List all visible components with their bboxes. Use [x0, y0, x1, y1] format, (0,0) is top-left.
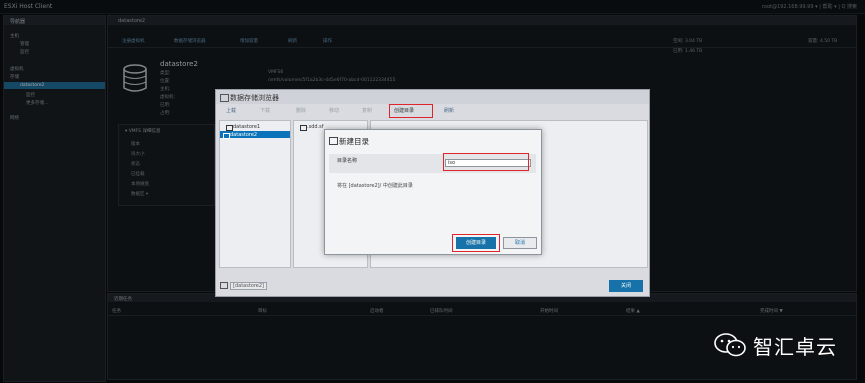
current-path: [datastore2] [230, 282, 267, 290]
datastore-icon [220, 282, 228, 289]
folder-icon [300, 124, 307, 131]
download-button[interactable]: 下载 [260, 107, 270, 114]
datastore-icon [223, 132, 230, 139]
cancel-button[interactable]: 取消 [503, 237, 537, 249]
dialog-title: 新建目录 [339, 137, 369, 146]
directory-note: 将在 [datastore2]/ 中创建此目录 [337, 183, 413, 189]
wechat-icon [714, 333, 746, 357]
datastore-icon [226, 124, 233, 131]
directory-name-label: 目录名称 [337, 158, 358, 164]
browser-footer: [datastore2] 关闭 [216, 276, 649, 296]
new-directory-dialog: 新建目录 目录名称 将在 [datastore2]/ 中创建此目录 创建目录 取… [324, 129, 542, 255]
browser-header: 数据存储浏览器 [216, 90, 649, 104]
highlight-box [389, 104, 433, 118]
datastore-item[interactable]: datastore1 [223, 123, 287, 131]
datastore-item-selected[interactable]: datastore2 [220, 131, 290, 139]
upload-button[interactable]: 上载 [226, 107, 236, 114]
watermark-text: 智汇卓云 [753, 335, 837, 359]
highlight-box [443, 153, 529, 171]
highlight-box [452, 234, 500, 252]
folder-icon [220, 94, 229, 102]
browser-refresh-button[interactable]: 刷新 [444, 107, 454, 114]
folder-icon [329, 137, 338, 145]
copy-button[interactable]: 复制 [362, 107, 372, 114]
close-button[interactable]: 关闭 [609, 280, 643, 292]
watermark: 智汇卓云 [705, 330, 855, 360]
delete-button[interactable]: 删除 [296, 107, 306, 114]
browser-title: 数据存储浏览器 [230, 94, 279, 102]
move-button[interactable]: 移动 [329, 107, 339, 114]
datastore-list: datastore1 datastore2 [219, 120, 291, 268]
